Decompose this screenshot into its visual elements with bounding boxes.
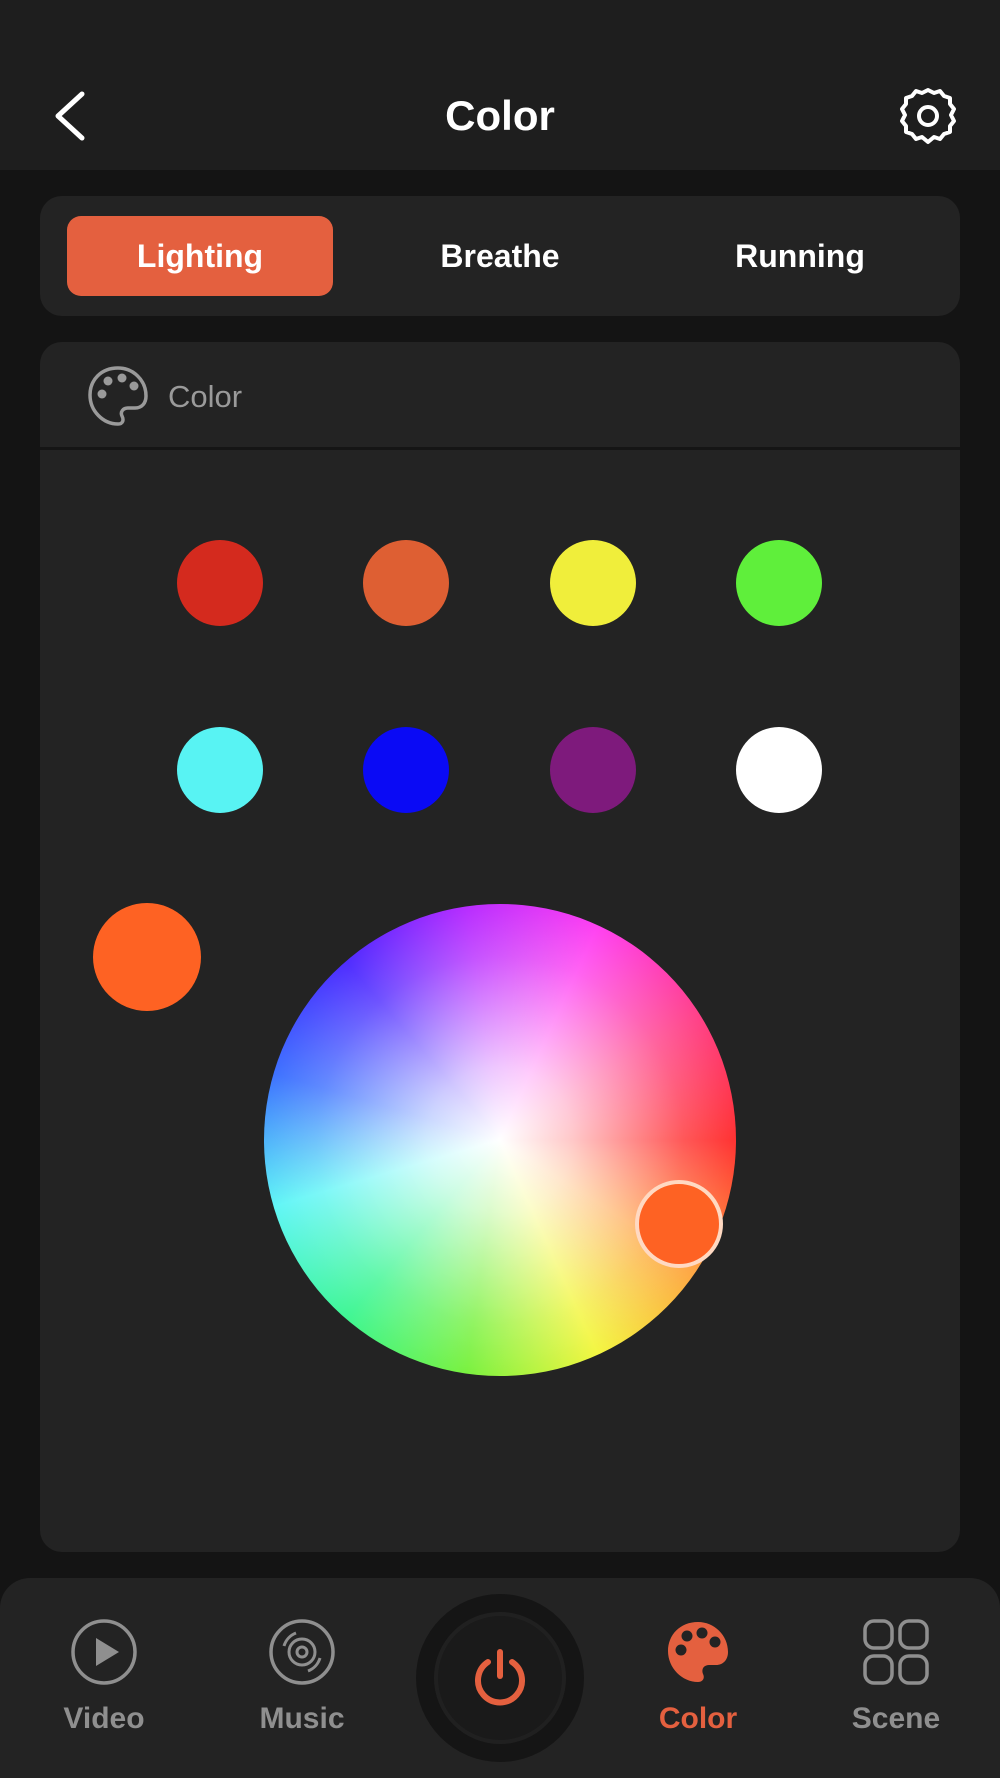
power-button[interactable] (416, 1594, 584, 1762)
nav-scene[interactable]: Scene (826, 1618, 966, 1758)
hue-ring[interactable] (264, 904, 736, 1376)
preset-green-swatch[interactable] (736, 540, 822, 626)
disc-icon (269, 1619, 335, 1685)
gear-icon (900, 88, 956, 144)
panel-header: Color (40, 342, 960, 450)
nav-label-music: Music (259, 1702, 345, 1735)
status-bar (0, 0, 1000, 62)
preset-cyan-swatch[interactable] (177, 727, 263, 813)
tab-running[interactable]: Running (667, 216, 933, 296)
preset-white-swatch[interactable] (736, 727, 822, 813)
preset-purple-swatch[interactable] (550, 727, 636, 813)
nav-label-video: Video (63, 1702, 145, 1735)
preset-red-swatch[interactable] (177, 540, 263, 626)
nav-color[interactable]: Color (628, 1618, 768, 1758)
tab-lighting[interactable]: Lighting (67, 216, 333, 296)
grid-icon (863, 1619, 929, 1685)
color-panel: Color (40, 342, 960, 1552)
current-color-indicator[interactable] (93, 903, 201, 1011)
power-icon (475, 1649, 525, 1706)
color-wheel[interactable] (264, 904, 736, 1376)
nav-music[interactable]: Music (232, 1618, 372, 1758)
panel-title: Color (168, 379, 243, 414)
play-circle-icon (71, 1619, 137, 1685)
palette-icon (88, 366, 148, 426)
mode-selector: Lighting Breathe Running (40, 196, 960, 316)
palette-icon (668, 1622, 728, 1682)
top-bar: Color (0, 62, 1000, 170)
color-wheel-handle[interactable] (635, 1180, 723, 1268)
nav-label-scene: Scene (851, 1702, 941, 1735)
nav-label-color: Color (658, 1702, 738, 1735)
preset-orange-swatch[interactable] (363, 540, 449, 626)
nav-video[interactable]: Video (34, 1618, 174, 1758)
preset-yellow-swatch[interactable] (550, 540, 636, 626)
page-title: Color (445, 92, 555, 139)
preset-blue-swatch[interactable] (363, 727, 449, 813)
power-button-face (434, 1612, 566, 1744)
tab-breathe[interactable]: Breathe (367, 216, 633, 296)
settings-button[interactable] (896, 84, 960, 148)
